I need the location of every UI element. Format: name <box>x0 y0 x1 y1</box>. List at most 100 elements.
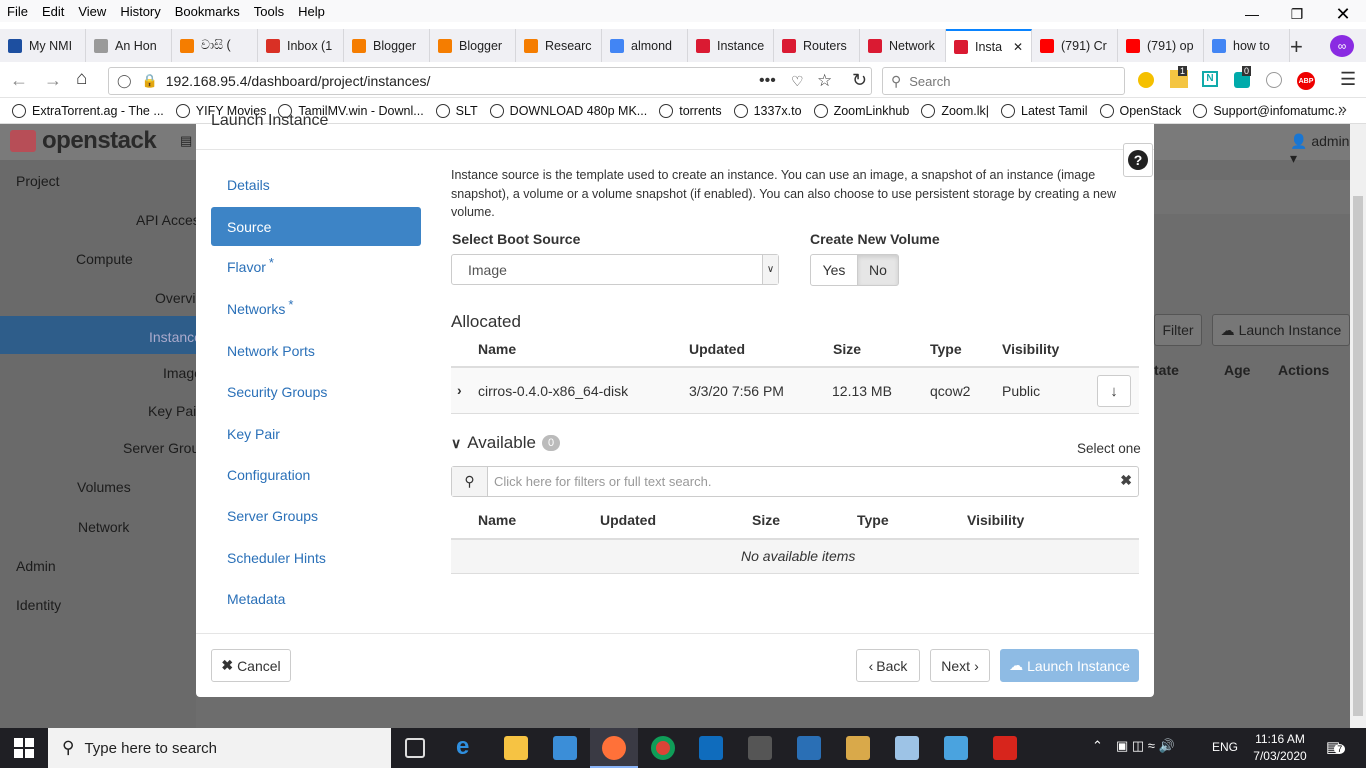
bookmark-item[interactable]: ExtraTorrent.ag - The ... <box>6 104 170 118</box>
tab-0[interactable]: My NMI <box>0 29 86 62</box>
page-scrollbar[interactable] <box>1350 124 1366 728</box>
user-name[interactable]: admin <box>1311 133 1349 149</box>
new-tab-icon[interactable]: + <box>1290 34 1303 60</box>
available-header[interactable]: ∨ Available 0 <box>451 433 561 453</box>
tab-5[interactable]: Blogger <box>430 29 516 62</box>
remote-desktop-icon[interactable] <box>944 736 968 760</box>
outlook-icon[interactable] <box>699 736 723 760</box>
nav-metadata[interactable]: Metadata <box>227 591 285 607</box>
clear-filter-icon[interactable]: ✖ <box>1120 472 1132 489</box>
sidebar-item-server-group[interactable]: Server Group <box>123 440 207 456</box>
forward-arrow-icon[interactable]: → <box>44 70 62 91</box>
nav-flavor[interactable]: Flavor * <box>227 255 274 275</box>
firefox-icon[interactable] <box>602 736 626 760</box>
pocket-icon[interactable]: ♡ <box>791 73 804 90</box>
launch-instance-button[interactable]: ☁ Launch Instance <box>1000 649 1139 682</box>
tab-4[interactable]: Blogger <box>344 29 430 62</box>
sidebar-item-key-pai[interactable]: Key Pai <box>148 403 196 419</box>
chrome-icon[interactable] <box>651 736 675 760</box>
task-view-icon[interactable] <box>405 738 425 758</box>
tab-3[interactable]: Inbox (1 <box>258 29 344 62</box>
menu-help[interactable]: Help <box>291 4 332 19</box>
file-explorer-icon[interactable] <box>504 736 528 760</box>
menu-file[interactable]: File <box>0 4 35 19</box>
scrollbar-thumb[interactable] <box>1353 196 1363 716</box>
more-bookmarks-icon[interactable]: » <box>1338 101 1347 119</box>
tab-8[interactable]: Instance <box>688 29 774 62</box>
system-tray-icons[interactable]: ▣ ◫ ≈ 🔊 <box>1116 738 1175 754</box>
nav-key-pair[interactable]: Key Pair <box>227 426 280 442</box>
boot-source-select[interactable]: Image ∨ <box>451 254 779 285</box>
nav-source[interactable]: Source <box>227 219 271 235</box>
edge-icon[interactable]: e <box>456 733 480 760</box>
tab-7[interactable]: almond <box>602 29 688 62</box>
tab-12[interactable]: (791) Cr <box>1032 29 1118 62</box>
sidebar-item-identity[interactable]: Identity <box>16 597 61 613</box>
nav-network-ports[interactable]: Network Ports <box>227 343 315 359</box>
tab-1[interactable]: An Hon <box>86 29 172 62</box>
windows-start-icon[interactable] <box>14 738 34 758</box>
back-button[interactable]: ‹ Back <box>856 649 920 682</box>
bg-filter-button[interactable]: Filter <box>1154 314 1202 346</box>
sidebar-item-network[interactable]: Network <box>78 519 129 535</box>
menu-history[interactable]: History <box>113 4 167 19</box>
winrar-icon[interactable] <box>846 736 870 760</box>
user-menu[interactable]: 👤 admin ▾ <box>1290 133 1350 167</box>
deallocate-button[interactable]: ↓ <box>1097 375 1131 407</box>
nav-networks[interactable]: Networks * <box>227 297 293 317</box>
adblock-icon[interactable]: ABP <box>1297 72 1315 90</box>
bookmark-item[interactable]: 1337x.to <box>728 104 808 118</box>
bookmark-item[interactable]: DOWNLOAD 480p MK... <box>484 104 654 118</box>
virtualbox-icon[interactable] <box>797 736 821 760</box>
cancel-button[interactable]: ✖ Cancel <box>211 649 291 682</box>
bookmark-item[interactable]: Support@infomatumc... <box>1187 104 1351 118</box>
sidebar-item-api-acces[interactable]: API Acces <box>136 212 200 228</box>
bookmark-item[interactable]: OpenStack <box>1094 104 1188 118</box>
private-browsing-icon[interactable]: ∞ <box>1330 35 1354 57</box>
menu-bookmarks[interactable]: Bookmarks <box>168 4 247 19</box>
reload-icon[interactable]: ↻ <box>852 70 867 91</box>
project-dropdown-icon[interactable]: ▤ <box>180 133 192 149</box>
restore-icon[interactable]: ❐ <box>1274 0 1320 28</box>
bookmark-item[interactable]: Zoom.lk| <box>915 104 995 118</box>
language-indicator[interactable]: ENG <box>1212 740 1238 754</box>
notification-icon[interactable]: ▤7 <box>1326 738 1346 756</box>
page-actions-icon[interactable]: ••• <box>759 72 776 90</box>
bg-launch-instance-button[interactable]: ☁ Launch Instance <box>1212 314 1350 346</box>
nav-server-groups[interactable]: Server Groups <box>227 508 318 524</box>
globe-icon[interactable] <box>1266 72 1282 88</box>
insecure-lock-icon[interactable]: 🔒 <box>142 73 158 89</box>
bookmark-star-icon[interactable]: ☆ <box>817 71 832 91</box>
bookmark-item[interactable]: ZoomLinkhub <box>808 104 916 118</box>
tab-13[interactable]: (791) op <box>1118 29 1204 62</box>
sidebar-item-instance[interactable]: Instance <box>149 329 202 345</box>
back-arrow-icon[interactable]: ← <box>10 70 28 91</box>
sidebar-item-project[interactable]: Project <box>16 173 60 189</box>
notepad-icon[interactable] <box>895 736 919 760</box>
url-bar[interactable]: ◯ 🔒 192.168.95.4/dashboard/project/insta… <box>108 67 872 95</box>
volume-yes-button[interactable]: Yes <box>810 254 858 286</box>
extension-icon[interactable]: 0 <box>1234 66 1252 88</box>
extension-icon[interactable] <box>1138 72 1154 88</box>
expand-row-icon[interactable]: › <box>457 382 462 398</box>
available-filter[interactable]: ⚲ Click here for filters or full text se… <box>451 466 1139 497</box>
volume-no-button[interactable]: No <box>857 254 899 286</box>
calculator-icon[interactable] <box>748 736 772 760</box>
filter-placeholder[interactable]: Click here for filters or full text sear… <box>494 474 711 489</box>
tab-9[interactable]: Routers <box>774 29 860 62</box>
mail-icon[interactable] <box>553 736 577 760</box>
tab-14[interactable]: how to <box>1204 29 1290 62</box>
menu-edit[interactable]: Edit <box>35 4 71 19</box>
nav-scheduler-hints[interactable]: Scheduler Hints <box>227 550 326 566</box>
bookmark-item[interactable]: SLT <box>430 104 484 118</box>
tab-11[interactable]: Insta ✕ <box>946 29 1032 62</box>
search-bar[interactable]: ⚲ Search <box>882 67 1125 95</box>
bookmark-item[interactable]: torrents <box>653 104 727 118</box>
show-hidden-icons[interactable]: ⌃ <box>1092 738 1103 754</box>
close-window-icon[interactable]: ✕ <box>1320 0 1366 28</box>
acrobat-icon[interactable] <box>993 736 1017 760</box>
menu-tools[interactable]: Tools <box>247 4 291 19</box>
extension-badge-icon[interactable]: 1 <box>1170 66 1188 88</box>
next-button[interactable]: Next › <box>930 649 990 682</box>
taskbar-search[interactable]: ⚲ Type here to search <box>48 728 391 768</box>
